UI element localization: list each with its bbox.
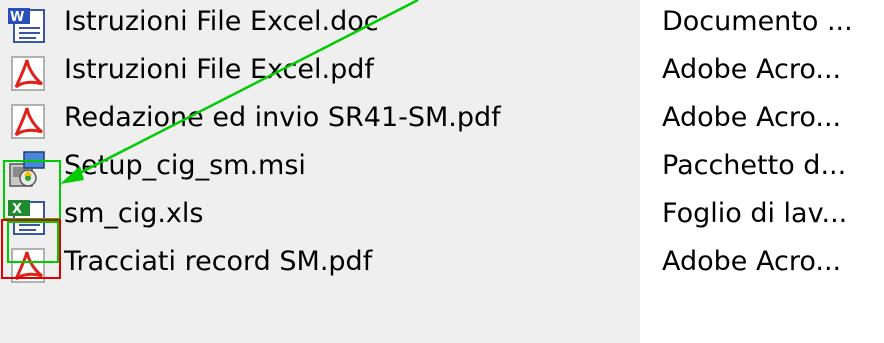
file-type: Foglio di lav... xyxy=(662,198,848,229)
pdf-icon xyxy=(6,102,48,140)
file-type: Adobe Acro... xyxy=(662,102,842,133)
excel-spreadsheet-icon: X xyxy=(6,198,48,236)
installer-package-icon xyxy=(6,150,48,188)
file-name: Setup_cig_sm.msi xyxy=(64,150,306,181)
pdf-icon xyxy=(6,246,48,284)
file-row[interactable]: Setup_cig_sm.msi Pacchetto d... xyxy=(0,144,884,192)
file-name: Istruzioni File Excel.doc xyxy=(64,6,379,37)
file-row[interactable]: W Istruzioni File Excel.doc Documento ..… xyxy=(0,0,884,48)
file-name: Istruzioni File Excel.pdf xyxy=(64,54,374,85)
file-name: Tracciati record SM.pdf xyxy=(64,246,373,277)
file-type: Documento ... xyxy=(662,6,853,37)
file-name: sm_cig.xls xyxy=(64,198,204,229)
word-document-icon: W xyxy=(6,6,48,44)
file-row[interactable]: Redazione ed invio SR41-SM.pdf Adobe Acr… xyxy=(0,96,884,144)
file-name: Redazione ed invio SR41-SM.pdf xyxy=(64,102,501,133)
pdf-icon xyxy=(6,54,48,92)
file-type: Adobe Acro... xyxy=(662,246,842,277)
file-row[interactable]: Tracciati record SM.pdf Adobe Acro... xyxy=(0,240,884,288)
file-type: Pacchetto d... xyxy=(662,150,847,181)
svg-text:W: W xyxy=(10,10,24,25)
file-row[interactable]: Istruzioni File Excel.pdf Adobe Acro... xyxy=(0,48,884,96)
svg-text:X: X xyxy=(12,202,22,217)
file-row[interactable]: X sm_cig.xls Foglio di lav... xyxy=(0,192,884,240)
file-type: Adobe Acro... xyxy=(662,54,842,85)
